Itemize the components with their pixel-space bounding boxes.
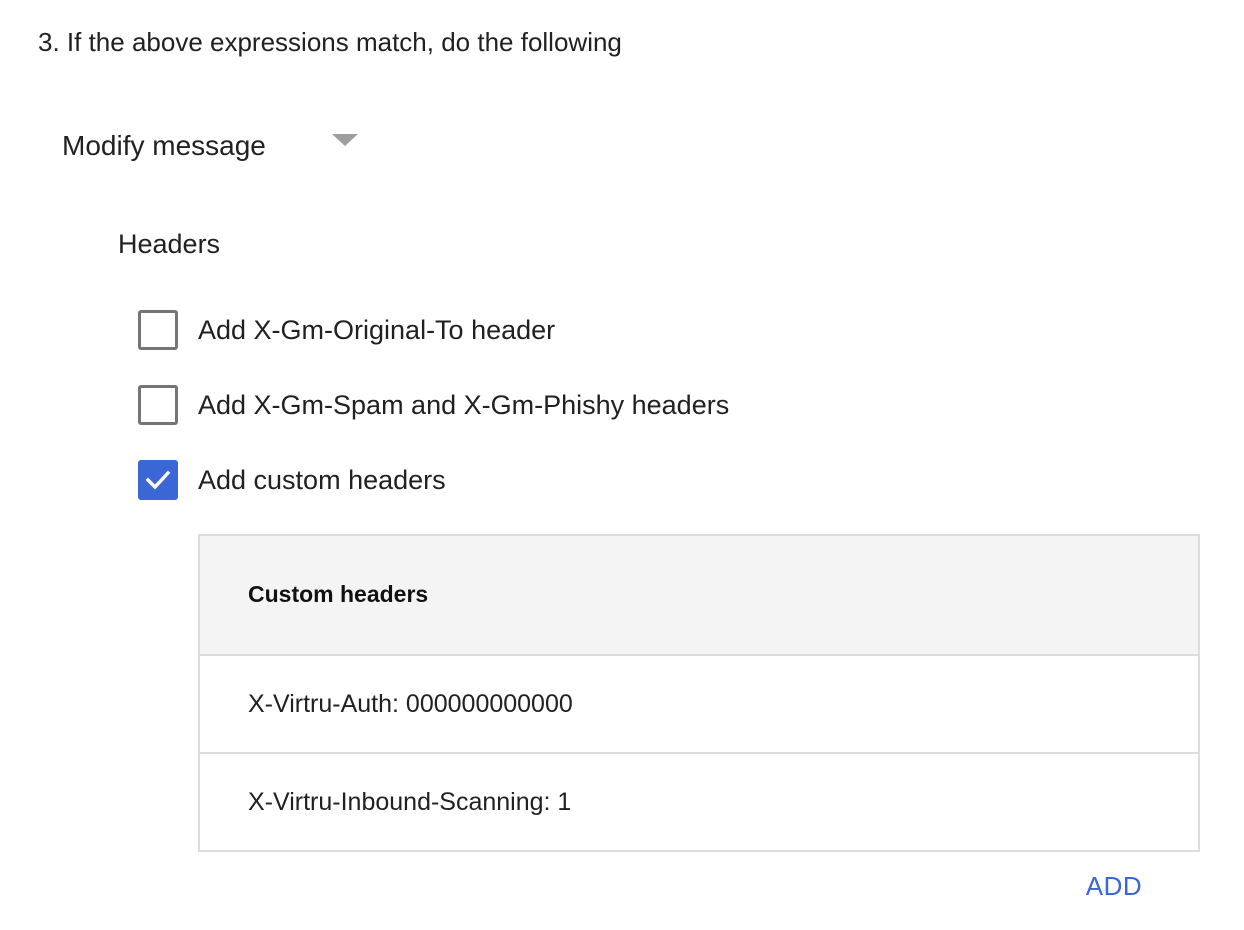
action-dropdown[interactable]: Modify message <box>62 124 362 168</box>
custom-headers-table: Custom headers X-Virtru-Auth: 0000000000… <box>198 534 1200 852</box>
checkbox-original-to[interactable] <box>138 310 178 350</box>
checkbox-custom-headers[interactable] <box>138 460 178 500</box>
table-header: Custom headers <box>200 536 1198 656</box>
checkbox-label: Add X-Gm-Spam and X-Gm-Phishy headers <box>198 390 730 420</box>
custom-header-value: X-Virtru-Auth: 000000000000 <box>248 690 573 718</box>
dropdown-caret-icon[interactable] <box>332 134 358 146</box>
checkmark-icon <box>145 470 171 490</box>
checkbox-label: Add X-Gm-Original-To header <box>198 315 556 345</box>
column-header-custom-headers: Custom headers <box>248 581 429 607</box>
step-title: 3. If the above expressions match, do th… <box>38 27 622 57</box>
table-row[interactable]: X-Virtru-Auth: 000000000000 <box>200 656 1198 752</box>
checkbox-label: Add custom headers <box>198 465 446 495</box>
checkbox-spam-phishy[interactable] <box>138 385 178 425</box>
action-dropdown-value: Modify message <box>62 130 266 161</box>
custom-header-value: X-Virtru-Inbound-Scanning: 1 <box>248 788 572 816</box>
table-row[interactable]: X-Virtru-Inbound-Scanning: 1 <box>200 752 1198 850</box>
headers-section-label: Headers <box>118 229 221 259</box>
add-button[interactable]: ADD <box>1074 864 1154 908</box>
